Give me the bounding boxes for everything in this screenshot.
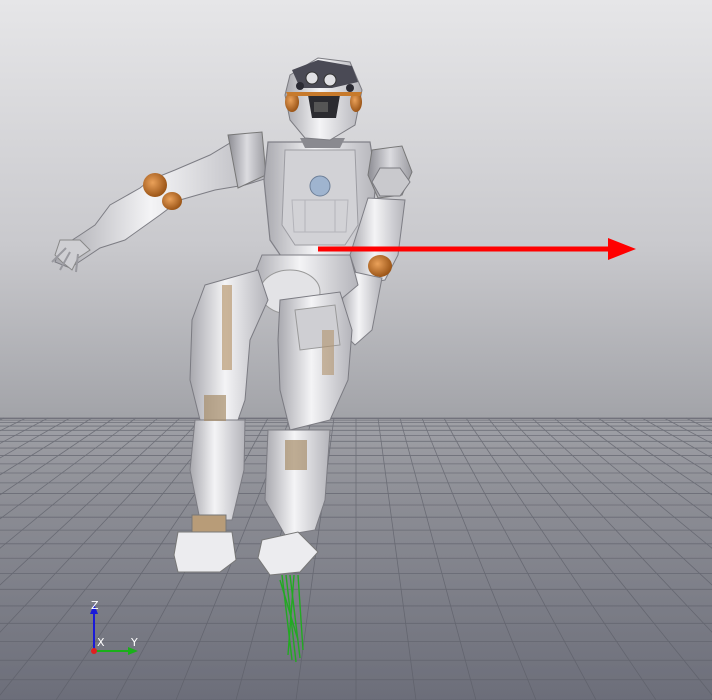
z-axis-label: Z (91, 599, 99, 612)
robot-left-arm[interactable] (51, 131, 269, 273)
scene-canvas[interactable]: Z X Y (0, 0, 712, 700)
3d-viewport[interactable]: Z X Y (0, 0, 712, 700)
robot-head[interactable] (284, 57, 363, 141)
y-axis-label: Y (130, 636, 138, 649)
x-axis-label: X (97, 636, 105, 649)
